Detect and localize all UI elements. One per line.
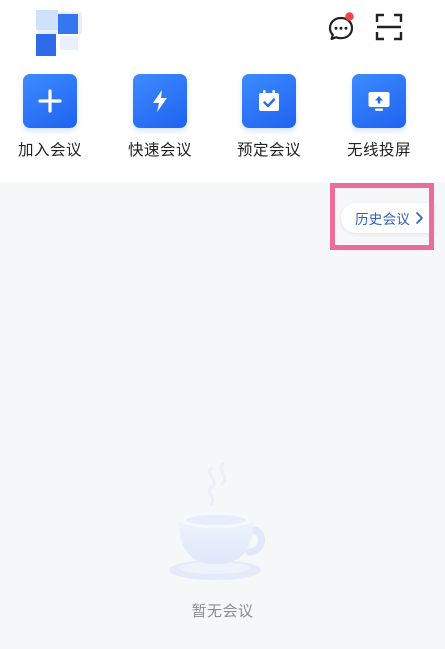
screen-cast-icon [368,92,390,111]
screen-cast-label: 无线投屏 [346,141,411,159]
schedule-meeting-label: 预定会议 [236,141,301,159]
highlight-box [330,183,434,250]
message-button[interactable] [327,10,357,42]
join-meeting-button[interactable]: 加入会议 [0,72,105,172]
scan-button[interactable] [374,12,404,42]
meeting-home-screen: 加入会议 快速会议 预定会议 无线投屏 历史会议 暂无会议 [0,0,445,649]
notification-dot [345,12,354,21]
join-meeting-tile [23,74,77,128]
join-meeting-label: 加入会议 [17,141,82,159]
screen-cast-button[interactable]: 无线投屏 [324,72,434,172]
quick-actions: 加入会议 快速会议 预定会议 无线投屏 [0,72,445,172]
quick-meeting-label: 快速会议 [127,141,192,159]
screen-cast-tile [352,74,406,128]
calendar-check-icon [259,90,279,111]
top-section: 加入会议 快速会议 预定会议 无线投屏 [0,0,445,182]
empty-state-text: 暂无会议 [191,602,254,620]
quick-meeting-button[interactable]: 快速会议 [105,72,215,172]
coffee-cup-icon [169,462,265,580]
app-logo [36,10,82,56]
schedule-meeting-tile [242,74,296,128]
schedule-meeting-button[interactable]: 预定会议 [214,72,324,172]
scan-icon [375,13,403,41]
message-bubble-icon [328,12,354,41]
quick-meeting-tile [133,74,187,128]
lightning-icon [153,90,167,112]
plus-icon [38,89,62,113]
